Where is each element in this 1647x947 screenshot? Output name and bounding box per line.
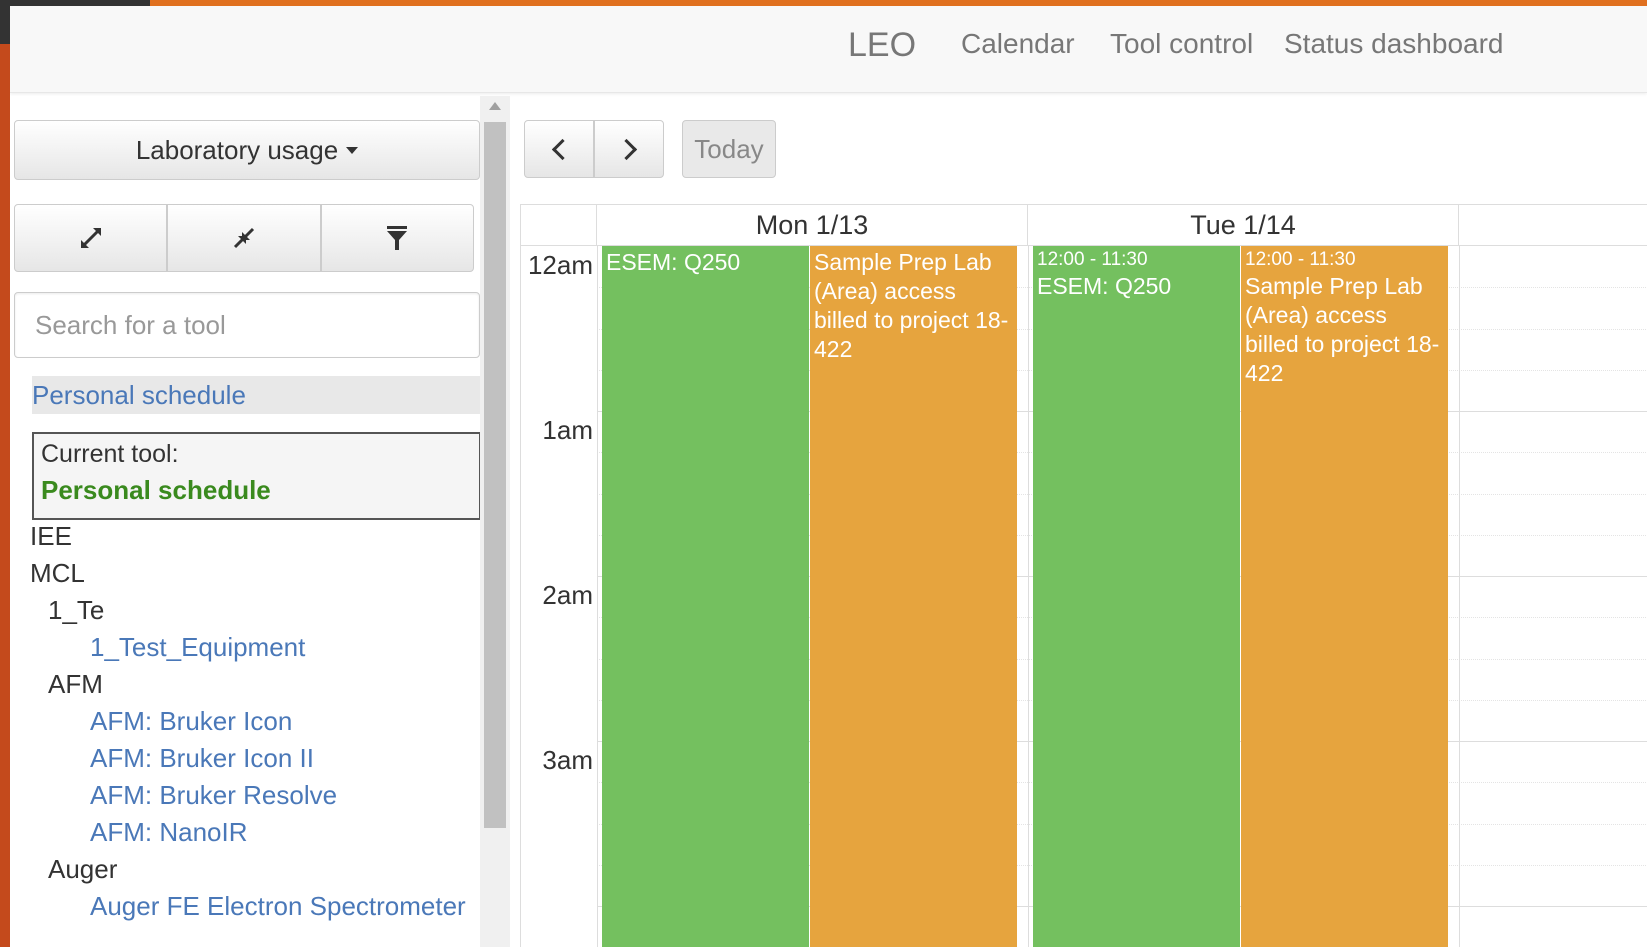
tool-link[interactable]: Auger FE Electron Spectrometer [30, 888, 500, 925]
tree-category[interactable]: Auger [30, 851, 500, 888]
tool-tree: IEE MCL 1_Te 1_Test_Equipment AFM AFM: Bruker… [30, 518, 500, 925]
laboratory-usage-label: Laboratory usage [135, 134, 339, 165]
gridline [597, 246, 598, 947]
laboratory-usage-dropdown[interactable]: Laboratory usage [14, 120, 480, 180]
day-header-tue: Tue 1/14 [1028, 205, 1459, 245]
tree-category[interactable]: IEE [30, 518, 500, 555]
tool-link[interactable]: AFM: Bruker Icon [30, 703, 500, 740]
filter-button[interactable] [320, 204, 474, 272]
collapse-icon [233, 227, 255, 249]
event-tue-sample-prep[interactable]: 12:00 - 11:30 Sample Prep Lab (Area) acc… [1241, 246, 1448, 947]
expand-icon [80, 228, 101, 248]
chevron-right-icon [615, 138, 637, 160]
hour-label: 3am [542, 745, 593, 775]
tree-category[interactable]: MCL [30, 555, 500, 592]
expand-all-button[interactable] [14, 204, 168, 272]
event-tue-esem[interactable]: 12:00 - 11:30 ESEM: Q250 [1033, 246, 1240, 947]
nav-status-dashboard[interactable]: Status dashboard [1284, 28, 1504, 60]
app-window: LEO Calendar Tool control Status dashboa… [10, 6, 1647, 947]
top-navbar: LEO Calendar Tool control Status dashboa… [10, 6, 1647, 93]
event-title: ESEM: Q250 [1037, 273, 1172, 299]
slide-frame-left [0, 44, 10, 947]
filter-icon [387, 226, 408, 250]
event-title: Sample Prep Lab (Area) access billed to … [814, 249, 1009, 362]
nav-brand[interactable]: LEO [848, 26, 916, 65]
next-button[interactable] [594, 120, 664, 178]
scrollbar-thumb[interactable] [484, 122, 506, 828]
hour-label: 2am [542, 580, 593, 610]
current-tool-value: Personal schedule [41, 475, 271, 505]
tool-search-input[interactable] [14, 292, 480, 358]
event-title: Sample Prep Lab (Area) access billed to … [1245, 273, 1440, 386]
tree-category[interactable]: AFM [30, 666, 500, 703]
hour-label: 12am [527, 250, 593, 280]
gridline [1028, 246, 1029, 947]
sidebar-scrollbar[interactable] [480, 96, 510, 947]
personal-schedule-link[interactable]: Personal schedule [32, 376, 481, 414]
gridline [1459, 246, 1460, 947]
tool-link[interactable]: 1_Test_Equipment [30, 629, 500, 666]
nav-tool-control[interactable]: Tool control [1110, 28, 1253, 60]
tree-controls [14, 204, 474, 272]
hour-label: 1am [542, 415, 593, 445]
tool-link[interactable]: AFM: NanoIR [30, 814, 500, 851]
tool-link[interactable]: AFM: Bruker Resolve [30, 777, 500, 814]
event-time: 12:00 - 11:30 [1037, 249, 1148, 270]
scroll-up-icon[interactable] [489, 102, 501, 110]
current-tool-label: Current tool: [41, 440, 179, 468]
sidebar: Laboratory usage Search for a tool Perso… [10, 96, 510, 947]
tree-category[interactable]: 1_Te [30, 592, 500, 629]
calendar-nav [524, 120, 664, 178]
calendar: Today Mon 1/13 Tue 1/14 12am 1am 2am 3am… [520, 96, 1647, 947]
today-button[interactable]: Today [682, 120, 776, 178]
event-title: ESEM: Q250 [606, 249, 741, 275]
current-tool-box: Current tool: Personal schedule [32, 432, 481, 520]
day-header-mon: Mon 1/13 [597, 205, 1028, 245]
calendar-body: 12am 1am 2am 3am ESEM: Q250 Sample Prep … [521, 245, 1647, 947]
prev-button[interactable] [524, 120, 594, 178]
event-mon-sample-prep[interactable]: Sample Prep Lab (Area) access billed to … [810, 246, 1017, 947]
collapse-all-button[interactable] [167, 204, 321, 272]
caret-down-icon [346, 146, 359, 154]
day-header-next [1459, 205, 1647, 245]
nav-calendar[interactable]: Calendar [961, 28, 1075, 60]
calendar-grid: Mon 1/13 Tue 1/14 12am 1am 2am 3am ESEM:… [520, 204, 1647, 947]
event-time: 12:00 - 11:30 [1245, 249, 1356, 270]
tool-link[interactable]: AFM: Bruker Icon II [30, 740, 500, 777]
chevron-left-icon [551, 138, 573, 160]
axis-header [521, 205, 597, 245]
event-mon-esem[interactable]: ESEM: Q250 [602, 246, 809, 947]
